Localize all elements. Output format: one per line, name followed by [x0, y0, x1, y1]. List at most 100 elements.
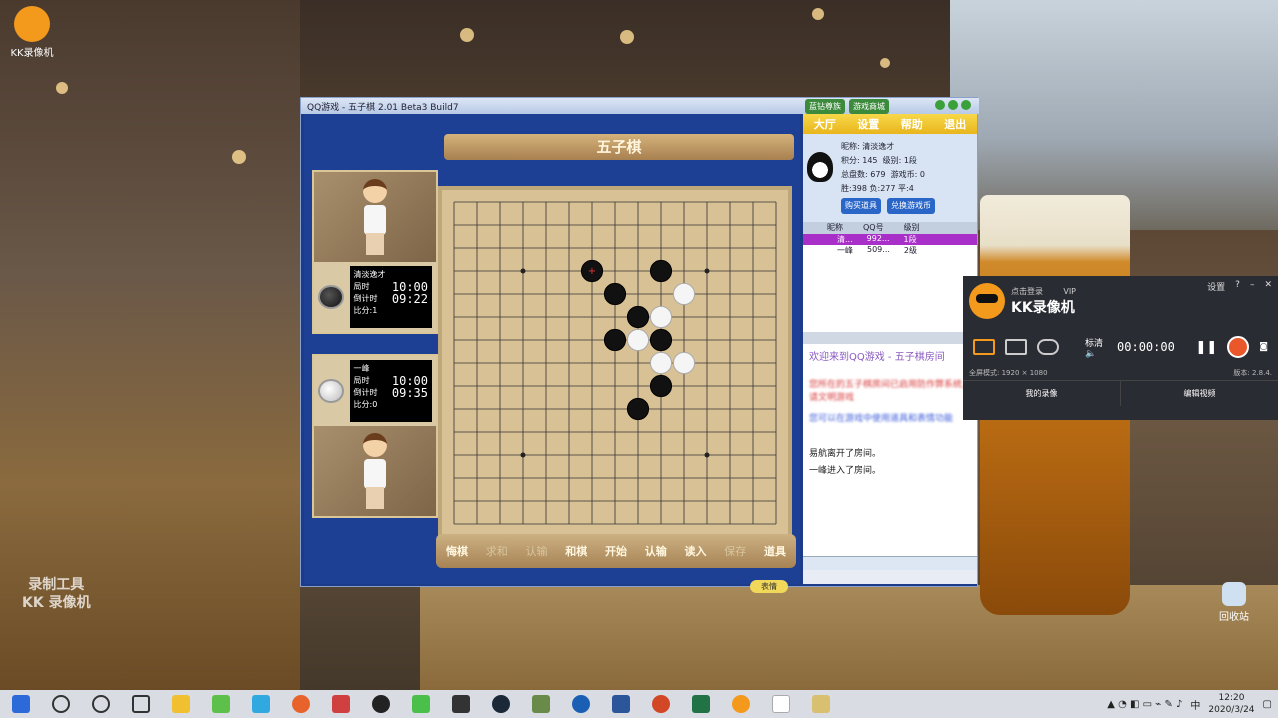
kk-recorder-taskbar-icon[interactable]: [732, 695, 750, 713]
record-timer: 00:00:00: [1117, 340, 1175, 354]
player-timer-top: 清淡逸才 局时 10:00 倒计时 09:22 比分:1: [349, 266, 432, 328]
game-menu: 大厅 设置 帮助 退出: [803, 114, 977, 134]
excel-icon[interactable]: [692, 695, 710, 713]
app-icon[interactable]: [452, 695, 470, 713]
volume-icon[interactable]: 🔈: [1085, 349, 1103, 359]
row-name: 一峰: [837, 246, 853, 255]
tab-game-mall[interactable]: 游戏商城: [849, 99, 889, 114]
horizontal-scrollbar[interactable]: [803, 332, 977, 344]
powerpoint-icon[interactable]: [652, 695, 670, 713]
windows-start-icon[interactable]: [12, 695, 30, 713]
menu-lobby[interactable]: 大厅: [814, 116, 836, 132]
exchange-coins-button[interactable]: 兑换游戏币: [887, 198, 935, 214]
app-icon[interactable]: [332, 695, 350, 713]
maximize-icon[interactable]: [948, 100, 958, 110]
avatar: [355, 431, 395, 511]
white-stone: [626, 328, 650, 352]
wechat-icon[interactable]: [412, 695, 430, 713]
task-view-icon[interactable]: [132, 695, 150, 713]
game-mode-icon[interactable]: [1037, 339, 1059, 355]
close-icon[interactable]: ✕: [1264, 280, 1272, 293]
countdown-time: 09:35: [391, 386, 428, 400]
clock[interactable]: 12:20 2020/3/24: [1208, 692, 1254, 716]
buy-items-button[interactable]: 购买道具: [841, 198, 881, 214]
desktop-wallpaper-table: [420, 585, 1278, 690]
record-stop-button[interactable]: [1227, 336, 1250, 358]
col-nick[interactable]: 昵称: [827, 222, 843, 234]
app-icon[interactable]: [532, 695, 550, 713]
cmd-draw-request[interactable]: 求和: [486, 543, 508, 559]
countdown-time: 09:22: [391, 292, 428, 306]
cmd-resign-1[interactable]: 认输: [526, 543, 548, 559]
menu-settings[interactable]: 设置: [857, 116, 879, 132]
row-name: 清...: [837, 235, 853, 244]
chat-system-notice: 您所在的五子棋房间已启用防作弊系统,请文明游戏: [809, 380, 965, 403]
bokeh-light: [880, 58, 890, 68]
qq-icon[interactable]: [372, 695, 390, 713]
app-icon[interactable]: [212, 695, 230, 713]
recorder-title: KK录像机: [1011, 299, 1075, 316]
recorder-controls: 标清 🔈 00:00:00 ❚❚ ◙: [963, 326, 1278, 368]
cortana-icon[interactable]: [92, 695, 110, 713]
countdown-label: 倒计时: [353, 388, 378, 397]
vip-badge[interactable]: VIP: [1063, 287, 1076, 296]
game-sidebar: 大厅 设置 帮助 退出 昵称: 清淡逸才 积分: 145 级别: 1段 总盘数:…: [803, 114, 977, 584]
star-point: [520, 452, 526, 458]
col-qq[interactable]: QQ号: [863, 222, 884, 234]
cmd-items[interactable]: 道具: [764, 543, 786, 559]
app-icon[interactable]: [572, 695, 590, 713]
kk-logo-icon: [969, 283, 1005, 319]
file-explorer-icon[interactable]: [172, 695, 190, 713]
minimize-icon[interactable]: –: [1250, 280, 1255, 293]
gomoku-taskbar-icon[interactable]: [812, 695, 830, 713]
media-player-icon[interactable]: [252, 695, 270, 713]
board-grid[interactable]: +: [442, 190, 788, 538]
app-icon[interactable]: [772, 695, 790, 713]
black-stone: [626, 305, 650, 329]
camera-icon[interactable]: ◙: [1259, 342, 1268, 352]
desktop-icon-kk[interactable]: KK录像机: [8, 6, 56, 59]
step-label: 局时: [353, 376, 370, 385]
cmd-undo[interactable]: 悔棋: [446, 543, 468, 559]
settings-link[interactable]: 设置: [1207, 280, 1225, 293]
cmd-resign[interactable]: 认输: [645, 543, 667, 559]
emoji-button[interactable]: 表情: [750, 580, 788, 593]
browser-icon[interactable]: [292, 695, 310, 713]
gomoku-board[interactable]: +: [438, 186, 792, 542]
close-icon[interactable]: [961, 100, 971, 110]
cmd-start[interactable]: 开始: [605, 543, 627, 559]
region-mode-icon[interactable]: [1005, 339, 1027, 355]
word-icon[interactable]: [612, 695, 630, 713]
cmd-draw[interactable]: 和棋: [565, 543, 587, 559]
help-icon[interactable]: ?: [1235, 280, 1240, 293]
player-list: 昵称 QQ号 级别 清... 992... 1段 一峰 509... 2级: [803, 222, 977, 332]
pause-icon[interactable]: ❚❚: [1195, 340, 1217, 355]
fullscreen-mode-icon[interactable]: [973, 339, 995, 355]
player-list-row[interactable]: 一峰 509... 2级: [803, 245, 977, 256]
menu-help[interactable]: 帮助: [901, 116, 923, 132]
chat-input[interactable]: [803, 556, 977, 570]
login-link[interactable]: 点击登录: [1011, 287, 1043, 296]
minimize-icon[interactable]: [935, 100, 945, 110]
col-level[interactable]: 级别: [904, 222, 920, 234]
player-list-row[interactable]: 清... 992... 1段: [803, 234, 977, 245]
tray-icons[interactable]: ▲ ◔ ◧ ▭ ⌁ ✎ ♪: [1107, 699, 1182, 710]
steam-icon[interactable]: [492, 695, 510, 713]
qq-penguin-icon: [807, 152, 833, 182]
ime-indicator[interactable]: 中: [1190, 697, 1200, 712]
player-card-top: 清淡逸才 局时 10:00 倒计时 09:22 比分:1: [312, 170, 438, 334]
edit-video-button[interactable]: 编辑视频: [1120, 381, 1278, 406]
cmd-load[interactable]: 读入: [685, 543, 707, 559]
profile-nick: 昵称: 清淡逸才: [841, 142, 895, 151]
search-icon[interactable]: [52, 695, 70, 713]
quality-label[interactable]: 标清: [1085, 336, 1103, 349]
my-videos-button[interactable]: 我的录像: [963, 381, 1120, 406]
row-qq: 992...: [866, 234, 890, 243]
command-bar: 悔棋 求和 认输 和棋 开始 认输 读入 保存 道具: [436, 534, 796, 568]
tab-blue-diamond[interactable]: 蓝钻尊族: [805, 99, 845, 114]
cmd-save[interactable]: 保存: [724, 543, 746, 559]
notification-icon[interactable]: ▢: [1263, 699, 1272, 710]
menu-exit[interactable]: 退出: [944, 116, 966, 132]
black-stone: [626, 397, 650, 421]
desktop-icon-recycle-bin[interactable]: 回收站: [1212, 582, 1256, 623]
